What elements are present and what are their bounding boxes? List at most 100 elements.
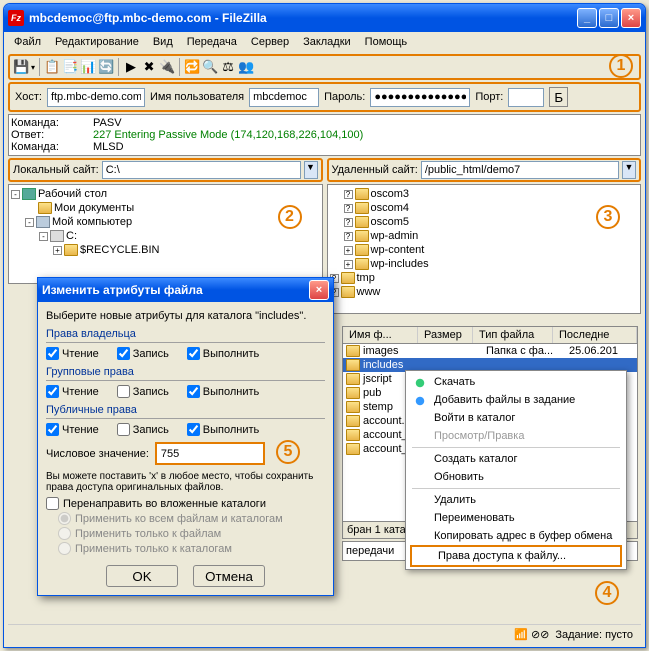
ok-button[interactable]: OK — [106, 565, 178, 587]
ctx-refresh[interactable]: Обновить — [408, 468, 624, 486]
cancel-icon[interactable]: ✖ — [141, 59, 157, 75]
menu-edit[interactable]: Редактирование — [49, 34, 145, 50]
close-button[interactable]: × — [621, 8, 641, 28]
context-menu: Скачать Добавить файлы в задание Войти в… — [405, 370, 627, 570]
minimize-button[interactable]: _ — [577, 8, 597, 28]
menu-bookmarks[interactable]: Закладки — [297, 34, 357, 50]
toggle-queue-icon[interactable]: 📊 — [80, 59, 96, 75]
dialog-title: Изменить атрибуты файла — [42, 283, 309, 297]
toggle-log-icon[interactable]: 📋 — [44, 59, 60, 75]
ctx-copyurl[interactable]: Копировать адрес в буфер обмена — [408, 527, 624, 545]
annotation-4: 4 — [595, 581, 619, 605]
toggle-tree-icon[interactable]: 📑 — [62, 59, 78, 75]
ctx-enter[interactable]: Войти в каталог — [408, 409, 624, 427]
dialog-close-button[interactable]: × — [309, 280, 329, 300]
annotation-5: 5 — [276, 440, 300, 464]
refresh-icon[interactable]: 🔄 — [98, 59, 114, 75]
local-tree[interactable]: 2 -Рабочий столМои документы-Мой компьют… — [8, 184, 323, 284]
ctx-viewedit: Просмотр/Правка — [408, 427, 624, 445]
owner-write[interactable]: Запись — [117, 347, 169, 360]
annotation-3: 3 — [596, 205, 620, 229]
dialog-note: Вы можете поставить 'x' в любое место, ч… — [46, 471, 325, 493]
local-path-input[interactable] — [102, 161, 301, 179]
owner-read[interactable]: Чтение — [46, 347, 99, 360]
user-input[interactable] — [249, 88, 319, 107]
cancel-button[interactable]: Отмена — [193, 565, 265, 587]
tree-item[interactable]: ?www — [330, 285, 639, 299]
reconnect-icon[interactable]: 🔁 — [184, 59, 200, 75]
host-label: Хост: — [15, 91, 42, 103]
public-exec[interactable]: Выполнить — [187, 423, 259, 436]
tree-item[interactable]: ?tmp — [330, 271, 639, 285]
window-title: mbcdemoc@ftp.mbc-demo.com - FileZilla — [29, 11, 577, 25]
menubar: Файл Редактирование Вид Передача Сервер … — [4, 32, 645, 52]
host-input[interactable] — [47, 88, 145, 107]
ctx-add-queue[interactable]: Добавить файлы в задание — [408, 391, 624, 409]
tree-item[interactable]: -Мой компьютер — [25, 215, 320, 229]
remote-list-header[interactable]: Имя ф... Размер Тип файла Последне — [342, 326, 638, 344]
local-site-label: Локальный сайт: — [13, 164, 99, 176]
recurse-dirs: Применить только к каталогам — [58, 542, 325, 555]
sitemanager-icon[interactable]: 💾 — [13, 59, 29, 75]
ctx-rename[interactable]: Переименовать — [408, 509, 624, 527]
remote-path-input[interactable] — [421, 161, 619, 179]
tree-item[interactable]: ?wp-admin — [344, 229, 639, 243]
public-read[interactable]: Чтение — [46, 423, 99, 436]
port-input[interactable] — [508, 88, 544, 107]
queue-status: Задание: пусто — [555, 629, 633, 641]
remote-site-label: Удаленный сайт: — [332, 164, 418, 176]
quickconnect-bar: Хост: Имя пользователя Пароль: Порт: Б — [8, 82, 641, 112]
menu-transfer[interactable]: Передача — [181, 34, 243, 50]
filter-icon[interactable]: 🔍 — [202, 59, 218, 75]
tree-item[interactable]: ?oscom5 — [344, 215, 639, 229]
remote-path-dropdown[interactable]: ▼ — [622, 161, 636, 179]
dialog-desc: Выберите новые атрибуты для каталога "in… — [46, 310, 325, 322]
remote-pane: Удаленный сайт: ▼ 3 ?oscom3?oscom4?oscom… — [327, 158, 642, 314]
remote-tree[interactable]: 3 ?oscom3?oscom4?oscom5?wp-admin+wp-cont… — [327, 184, 642, 314]
tree-item[interactable]: +wp-content — [344, 243, 639, 257]
pass-input[interactable] — [370, 88, 470, 107]
ctx-create[interactable]: Создать каталог — [408, 450, 624, 468]
tree-item[interactable]: +wp-includes — [344, 257, 639, 271]
statusbar: 📶 ⊘⊘ Задание: пусто — [8, 624, 641, 644]
tree-item[interactable]: Мои документы — [25, 201, 320, 215]
tree-item[interactable]: -Рабочий стол — [11, 187, 320, 201]
tree-item[interactable]: +$RECYCLE.BIN — [53, 243, 320, 257]
group-write[interactable]: Запись — [117, 385, 169, 398]
pass-label: Пароль: — [324, 91, 365, 103]
ctx-delete[interactable]: Удалить — [408, 491, 624, 509]
menu-view[interactable]: Вид — [147, 34, 179, 50]
tree-item[interactable]: -C: — [39, 229, 320, 243]
disconnect-icon[interactable]: 🔌 — [159, 59, 175, 75]
annotation-2: 2 — [278, 205, 302, 229]
compare-icon[interactable]: ⚖ — [220, 59, 236, 75]
menu-file[interactable]: Файл — [8, 34, 47, 50]
menu-server[interactable]: Сервер — [245, 34, 295, 50]
process-queue-icon[interactable]: ▶ — [123, 59, 139, 75]
menu-help[interactable]: Помощь — [359, 34, 414, 50]
numeric-input[interactable] — [155, 442, 265, 465]
tree-item[interactable]: ?oscom3 — [344, 187, 639, 201]
maximize-button[interactable]: □ — [599, 8, 619, 28]
log-panel[interactable]: Команда:PASV Ответ:227 Entering Passive … — [8, 114, 641, 156]
recurse-files: Применить только к файлам — [58, 527, 325, 540]
local-path-dropdown[interactable]: ▼ — [304, 161, 318, 179]
group-exec[interactable]: Выполнить — [187, 385, 259, 398]
tree-item[interactable]: ?oscom4 — [344, 201, 639, 215]
owner-exec[interactable]: Выполнить — [187, 347, 259, 360]
recurse-check[interactable]: Перенаправить во вложенные каталоги — [46, 497, 325, 510]
queue-icon: 📶 ⊘⊘ — [514, 628, 549, 641]
ctx-download[interactable]: Скачать — [408, 373, 624, 391]
toolbar: 💾▾ 📋 📑 📊 🔄 ▶ ✖ 🔌 🔁 🔍 ⚖ 👥 1 — [8, 54, 641, 80]
recurse-all: Применить ко всем файлам и каталогам — [58, 512, 325, 525]
sync-icon[interactable]: 👥 — [238, 59, 254, 75]
public-write[interactable]: Запись — [117, 423, 169, 436]
user-label: Имя пользователя — [150, 91, 244, 103]
permissions-dialog: Изменить атрибуты файла × Выберите новые… — [37, 277, 334, 596]
quickconnect-button[interactable]: Б — [549, 87, 568, 107]
file-row[interactable]: imagesПапка с фа...25.06.201 — [343, 344, 637, 358]
titlebar[interactable]: Fz mbcdemoc@ftp.mbc-demo.com - FileZilla… — [4, 4, 645, 32]
ctx-permissions[interactable]: Права доступа к файлу... — [410, 545, 622, 567]
group-read[interactable]: Чтение — [46, 385, 99, 398]
port-label: Порт: — [475, 91, 503, 103]
